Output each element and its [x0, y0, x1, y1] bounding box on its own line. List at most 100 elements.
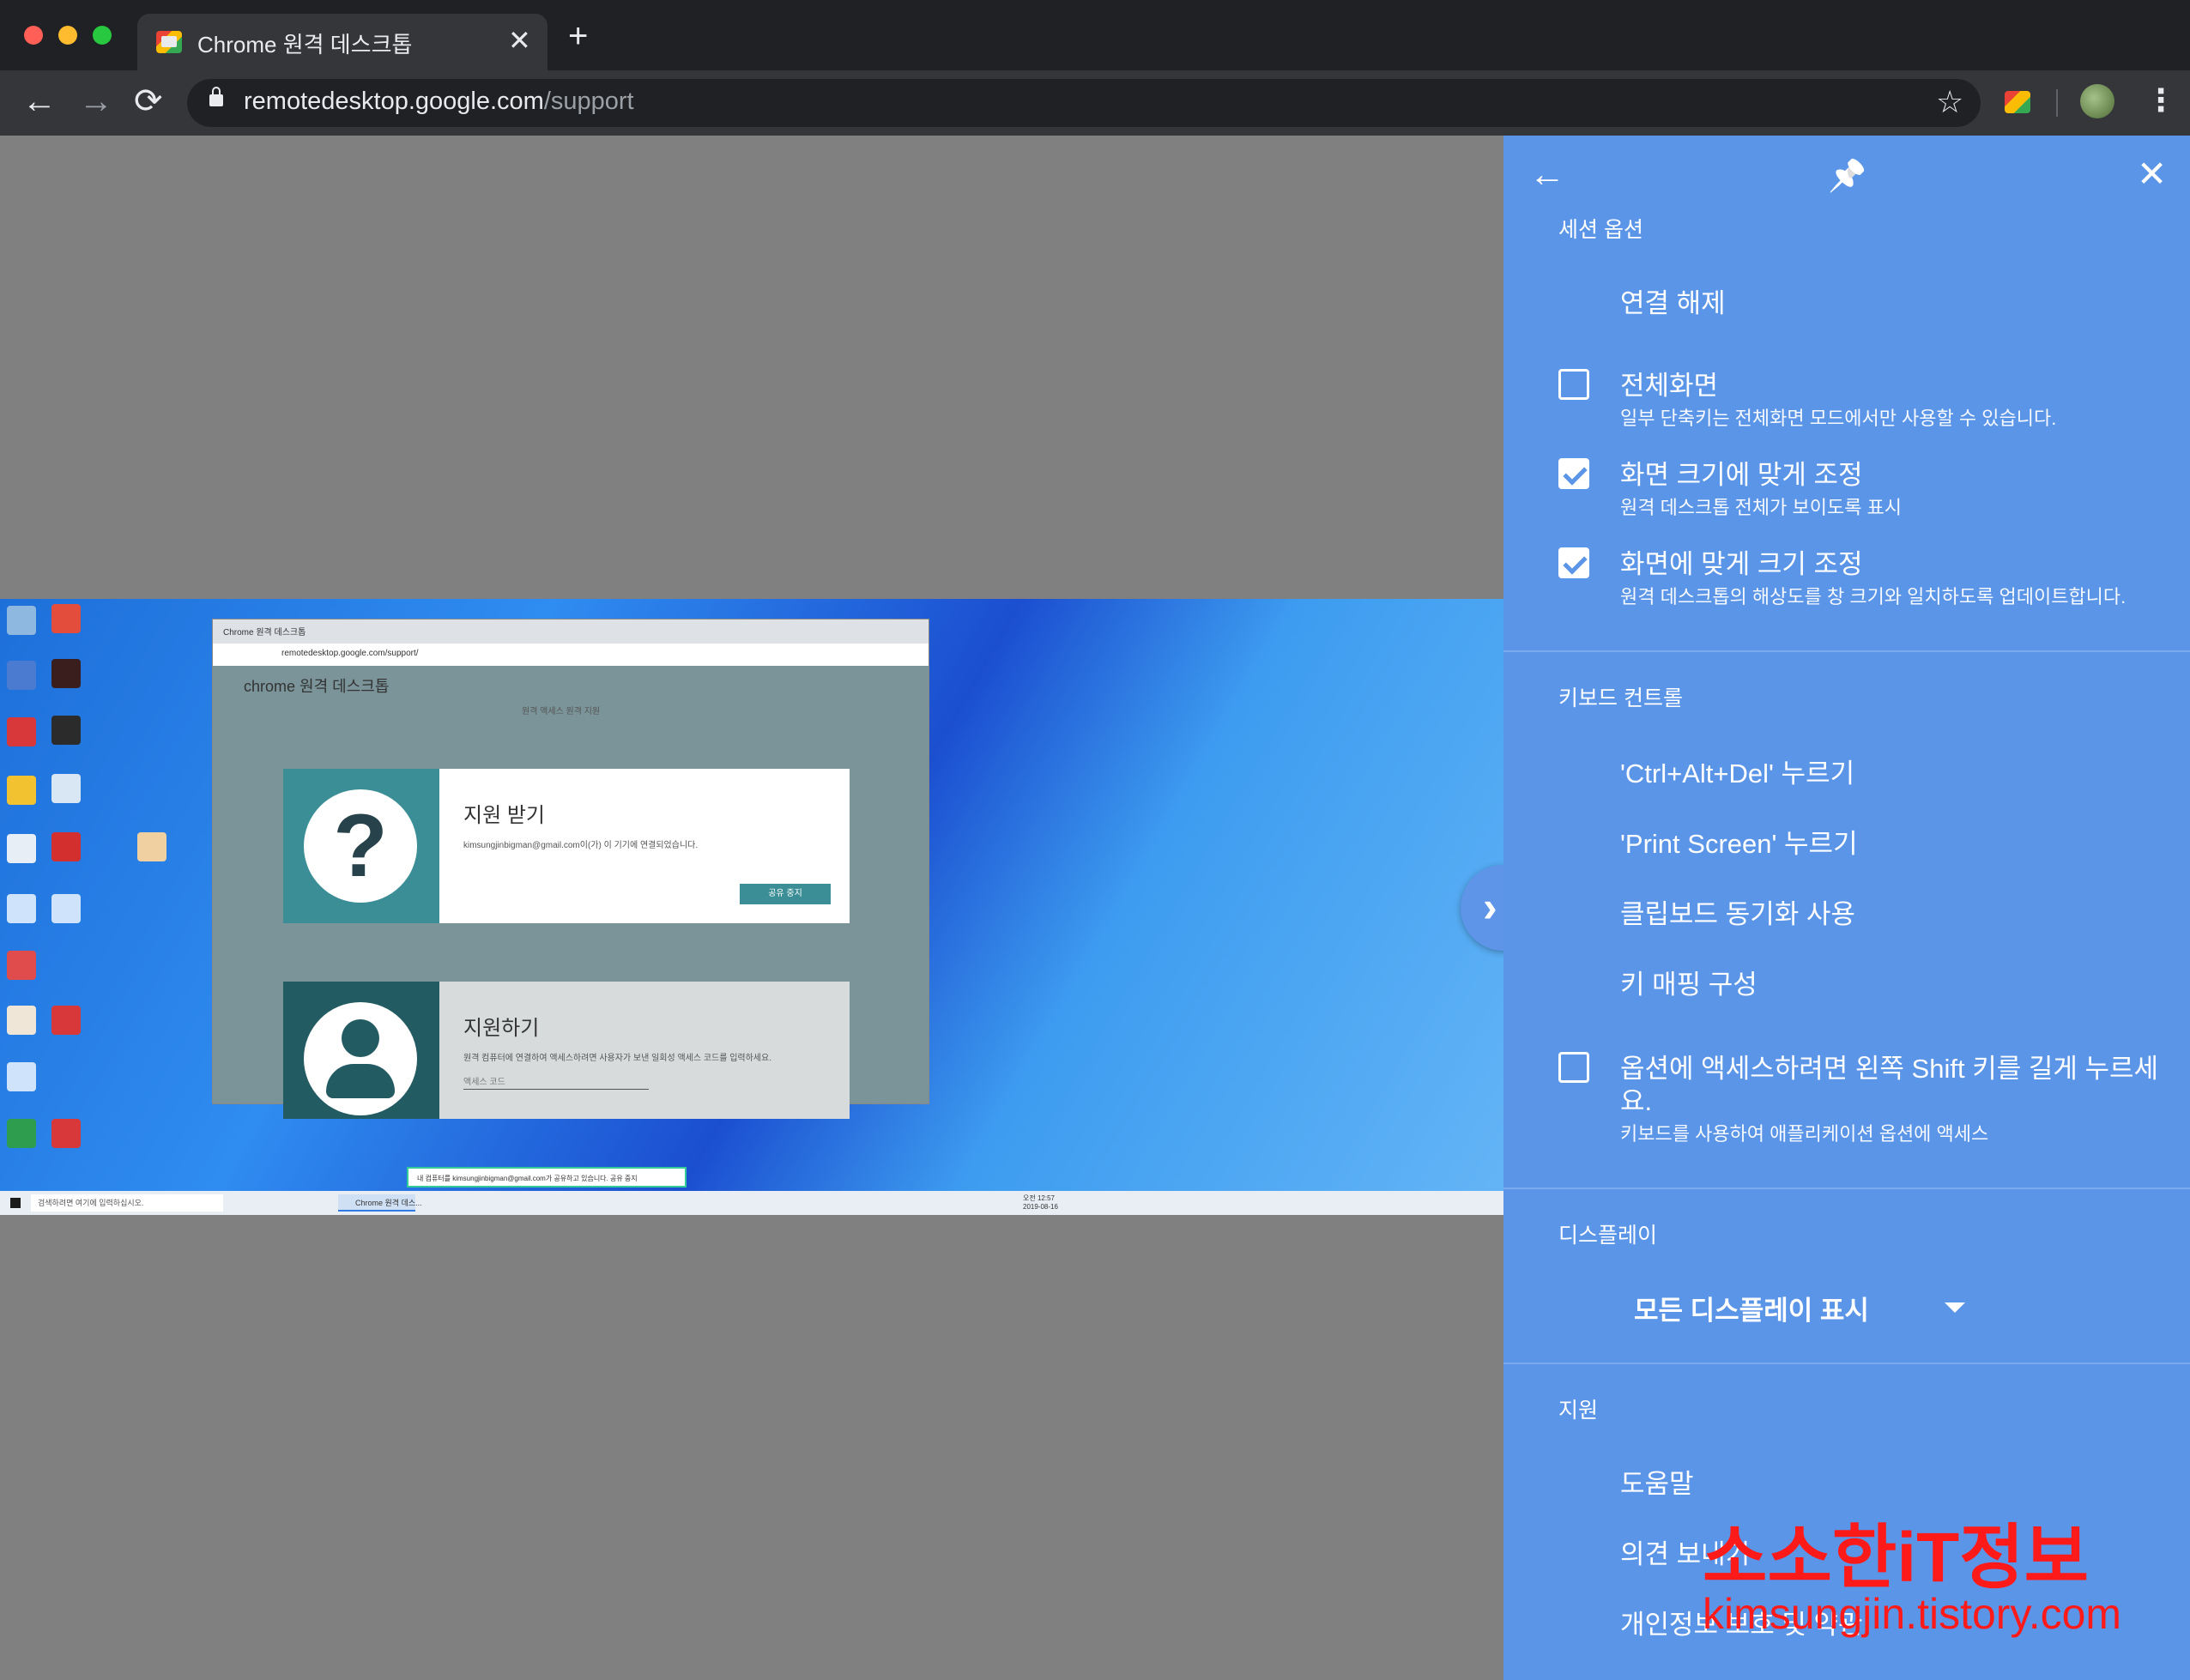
section-divider — [1503, 1187, 2190, 1189]
session-options-panel: ← 📌 ✕ 세션 옵션 연결 해제 전체화면 일부 단축키는 전체화면 모드에서… — [1503, 136, 2190, 1680]
remote-desktop-extension-icon[interactable] — [2005, 91, 2030, 113]
sharing-notification-bar[interactable]: 내 컴퓨터를 kimsungjinbigman@gmail.com가 공유하고 … — [407, 1167, 687, 1187]
ctrl-alt-del-item[interactable]: 'Ctrl+Alt+Del' 누르기 — [1620, 752, 1854, 790]
print-screen-item[interactable]: 'Print Screen' 누르기 — [1620, 822, 1858, 861]
disconnect-item[interactable]: 연결 해제 — [1620, 281, 1726, 320]
person-icon — [304, 1002, 417, 1115]
reload-icon[interactable]: ⟳ — [134, 82, 163, 120]
taskbar-clock: 오전 12:57 2019-08-16 — [1023, 1194, 1058, 1211]
acrobat-icon[interactable] — [7, 717, 36, 746]
desktop-app-icon[interactable] — [51, 774, 81, 803]
resize-remote-label[interactable]: 화면에 맞게 크기 조정 — [1620, 542, 1863, 581]
desktop-app-icon[interactable] — [51, 604, 81, 633]
url-host: remotedesktop.google.com — [244, 88, 544, 115]
remote-tab-strip: Chrome 원격 데스크톱 — [213, 619, 929, 644]
section-divider — [1503, 1363, 2190, 1364]
maximize-window-button[interactable] — [93, 26, 112, 45]
give-support-card: 지원하기 원격 컴퓨터에 연결하여 액세스하려면 사용자가 보낸 일회성 액세스… — [283, 982, 850, 1119]
give-support-illustration — [283, 982, 439, 1119]
resize-remote-description: 원격 데스크톱의 해상도를 창 크기와 일치하도록 업데이트합니다. — [1620, 586, 2126, 607]
shift-option-checkbox[interactable] — [1558, 1052, 1589, 1083]
shift-option-description: 키보드를 사용하여 애플리케이션 옵션에 액세스 — [1620, 1123, 1989, 1145]
back-icon[interactable]: ← — [22, 82, 57, 120]
pin-icon[interactable]: 📌 — [1828, 158, 1866, 194]
display-select[interactable]: 모든 디스플레이 표시 — [1634, 1289, 1869, 1327]
shift-option-label-line1[interactable]: 옵션에 액세스하려면 왼쪽 Shift 키를 길게 누르세 — [1620, 1047, 2158, 1085]
watermark-url: kimsungjin.tistory.com — [1703, 1590, 2122, 1638]
browser-tab[interactable]: Chrome 원격 데스크톱 ✕ — [137, 14, 548, 70]
watermark-title: 소소한iT정보 — [1703, 1519, 2090, 1597]
resize-remote-checkbox[interactable] — [1558, 547, 1589, 578]
windows-taskbar: 검색하려면 여기에 입력하십시오. Chrome 원격 데스... 오전 12:… — [0, 1191, 1503, 1215]
get-support-card: ? 지원 받기 kimsungjinbigman@gmail.com이(가) 이… — [283, 769, 850, 923]
forward-icon[interactable]: → — [79, 82, 113, 120]
tab-close-icon[interactable]: ✕ — [508, 24, 531, 57]
access-code-input[interactable]: 액세스 코드 — [463, 1074, 649, 1090]
address-bar[interactable]: remotedesktop.google.com/support — [187, 79, 1981, 127]
question-icon: ? — [304, 789, 417, 903]
more-menu-icon[interactable]: ⋮ — [2145, 82, 2176, 118]
fit-window-label[interactable]: 화면 크기에 맞게 조정 — [1620, 453, 1863, 492]
dropdown-arrow-icon[interactable] — [1945, 1302, 1965, 1313]
pdf-app-icon[interactable] — [51, 659, 81, 688]
recycle-bin-icon[interactable] — [7, 606, 36, 635]
desktop-app-icon[interactable] — [7, 661, 36, 690]
desktop-app-icon[interactable] — [51, 832, 81, 861]
nvidia-icon[interactable] — [51, 716, 81, 745]
desktop-app-icon[interactable] — [7, 1119, 36, 1148]
desktop-app-icon[interactable] — [7, 1062, 36, 1091]
back-arrow-icon[interactable]: ← — [1529, 156, 1565, 192]
fullscreen-checkbox[interactable] — [1558, 369, 1589, 400]
url-text: remotedesktop.google.com/support — [244, 88, 634, 116]
fullscreen-description: 일부 단축키는 전체화면 모드에서만 사용할 수 있습니다. — [1620, 408, 2057, 429]
star-icon[interactable]: ☆ — [1936, 84, 1963, 120]
remote-address-bar[interactable]: remotedesktop.google.com/support/ — [213, 644, 929, 667]
chrome-icon[interactable] — [7, 776, 36, 805]
document-icon[interactable] — [7, 834, 36, 863]
remote-browser-window[interactable]: Chrome 원격 데스크톱 remotedesktop.google.com/… — [213, 619, 929, 1119]
close-panel-icon[interactable]: ✕ — [2137, 156, 2167, 192]
shift-option-label-line2[interactable]: 요. — [1620, 1079, 1652, 1118]
support-header: 지원 — [1558, 1399, 1599, 1423]
new-tab-button[interactable]: + — [568, 19, 588, 53]
get-support-status: kimsungjinbigman@gmail.com이(가) 이 기기에 연결되… — [463, 841, 699, 850]
person-body — [326, 1064, 395, 1098]
acrobat-icon[interactable] — [51, 1006, 81, 1035]
keyboard-controls-header: 키보드 컨트롤 — [1558, 686, 1683, 710]
help-item[interactable]: 도움말 — [1620, 1462, 1694, 1501]
url-path: /support — [543, 88, 634, 115]
remote-tab-title[interactable]: Chrome 원격 데스크톱 — [223, 625, 306, 638]
desktop-app-icon[interactable] — [7, 1006, 36, 1035]
give-support-title: 지원하기 — [463, 1017, 540, 1040]
remote-desktop-favicon-icon — [156, 31, 182, 53]
desktop-app-icon[interactable] — [51, 894, 81, 923]
remote-desktop-view[interactable]: Chrome 원격 데스크톱 remotedesktop.google.com/… — [0, 599, 1503, 1215]
taskbar-search-input[interactable]: 검색하려면 여기에 입력하십시오. — [31, 1194, 223, 1212]
minimize-window-button[interactable] — [58, 26, 77, 45]
close-window-button[interactable] — [24, 26, 43, 45]
clipboard-sync-item[interactable]: 클립보드 동기화 사용 — [1620, 892, 1855, 931]
remote-page: chrome 원격 데스크톱 원격 액세스 원격 지원 ? 지원 받기 kims… — [213, 666, 929, 1119]
profile-avatar[interactable] — [2080, 84, 2114, 118]
get-support-title: 지원 받기 — [463, 804, 545, 827]
give-support-description: 원격 컴퓨터에 연결하여 액세스하려면 사용자가 보낸 일회성 액세스 코드를 … — [463, 1054, 771, 1063]
desktop-app-icon[interactable] — [51, 1119, 81, 1148]
stop-sharing-button[interactable]: 공유 중지 — [740, 884, 831, 904]
windows-start-icon[interactable] — [10, 1198, 21, 1208]
chevron-right-icon: › — [1483, 883, 1497, 931]
remote-page-nav[interactable]: 원격 액세스 원격 지원 — [522, 704, 600, 716]
person-head — [342, 1019, 379, 1057]
session-options-header: 세션 옵션 — [1558, 218, 1643, 242]
taskbar-chrome-item[interactable]: Chrome 원격 데스... — [338, 1194, 422, 1212]
key-mapping-item[interactable]: 키 매핑 구성 — [1620, 963, 1757, 1001]
fullscreen-label[interactable]: 전체화면 — [1620, 364, 1718, 402]
display-header: 디스플레이 — [1558, 1224, 1658, 1248]
get-support-illustration: ? — [283, 769, 439, 923]
remote-page-heading: chrome 원격 데스크톱 — [244, 678, 390, 695]
section-divider — [1503, 650, 2190, 652]
installer-icon[interactable] — [137, 832, 166, 861]
toolbar-separator — [2056, 89, 2058, 117]
search-app-icon[interactable] — [7, 951, 36, 980]
fit-window-checkbox[interactable] — [1558, 458, 1589, 489]
desktop-app-icon[interactable] — [7, 894, 36, 923]
